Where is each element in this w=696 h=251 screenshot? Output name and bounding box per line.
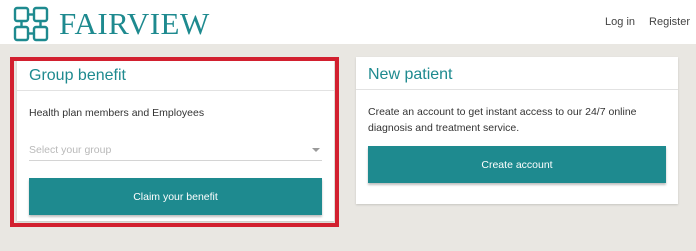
- new-patient-body: Create an account to get instant access …: [356, 90, 678, 183]
- create-account-button[interactable]: Create account: [368, 146, 666, 183]
- new-patient-title: New patient: [356, 57, 678, 90]
- site-header: FAIRVIEW Log in Register: [0, 0, 696, 44]
- logo-wordmark: FAIRVIEW: [59, 6, 210, 41]
- new-patient-description: Create an account to get instant access …: [368, 106, 637, 134]
- new-patient-card: New patient Create an account to get ins…: [356, 57, 678, 204]
- register-link[interactable]: Register: [649, 16, 690, 28]
- fairview-logo-icon: [13, 6, 49, 42]
- fairview-logo[interactable]: FAIRVIEW: [13, 6, 210, 42]
- top-nav: Log in Register: [605, 16, 690, 28]
- login-link[interactable]: Log in: [605, 16, 635, 28]
- highlight-box: [10, 57, 339, 227]
